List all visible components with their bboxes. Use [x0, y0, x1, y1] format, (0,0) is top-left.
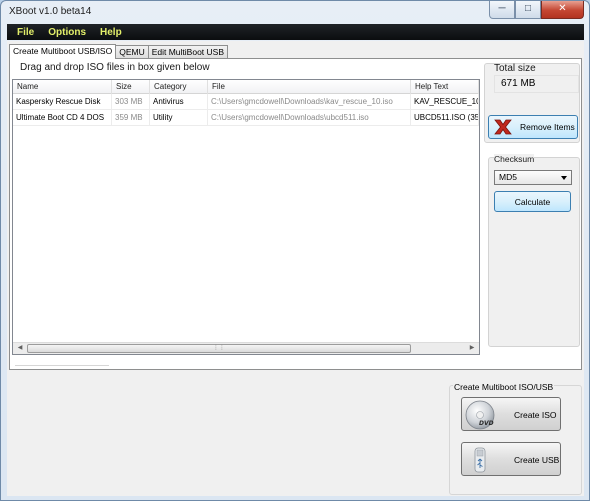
window-title: XBoot v1.0 beta14 [9, 6, 92, 17]
tab-create-multiboot[interactable]: Create Multiboot USB/ISO [9, 44, 117, 59]
create-usb-button[interactable]: Create USB [461, 442, 561, 476]
cell-name: Kaspersky Rescue Disk [13, 94, 112, 110]
list-header: Name Size Category File Help Text [13, 80, 479, 94]
column-header-file[interactable]: File [208, 80, 411, 94]
title-bar[interactable]: XBoot v1.0 beta14 ─ □ ✕ [1, 1, 589, 23]
maximize-button[interactable]: □ [515, 1, 541, 19]
create-multiboot-label: Create Multiboot ISO/USB [453, 382, 555, 392]
total-size-value: 671 MB [494, 75, 579, 93]
tab-panel: Drag and drop ISO files in box given bel… [9, 58, 582, 370]
create-iso-label: Create ISO [514, 410, 557, 420]
cell-help-text: UBCD511.ISO (35 [411, 110, 479, 126]
close-icon: ✕ [558, 3, 567, 14]
app-window: XBoot v1.0 beta14 ─ □ ✕ File Options Hel… [0, 0, 590, 501]
column-header-name[interactable]: Name [13, 80, 112, 94]
remove-x-icon [492, 118, 514, 136]
drop-label: Drag and drop ISO files in box given bel… [20, 62, 210, 73]
table-row[interactable]: Ultimate Boot CD 4 DOS 359 MB Utility C:… [13, 110, 479, 126]
column-header-help-text[interactable]: Help Text [411, 80, 479, 94]
usb-drive-icon [465, 445, 495, 475]
total-size-label: Total size [494, 63, 536, 74]
minimize-button[interactable]: ─ [489, 1, 515, 19]
column-header-category[interactable]: Category [150, 80, 208, 94]
column-header-size[interactable]: Size [112, 80, 150, 94]
cell-file: C:\Users\gmcdowell\Downloads\ubcd511.iso [208, 110, 411, 126]
cell-category: Antivirus [150, 94, 208, 110]
tab-edit-multiboot[interactable]: Edit MultiBoot USB [147, 45, 228, 59]
scroll-right-arrow-icon[interactable]: ▶ [465, 343, 479, 354]
menu-file[interactable]: File [7, 27, 41, 38]
lower-left-panel [15, 365, 109, 495]
cell-size: 303 MB [112, 94, 150, 110]
iso-list[interactable]: Name Size Category File Help Text Kasper… [12, 79, 480, 355]
dvd-text: DVD [479, 420, 494, 427]
maximize-icon: □ [524, 3, 532, 14]
scrollbar-thumb[interactable]: ⋮⋮ [27, 344, 411, 353]
checksum-label: Checksum [494, 154, 535, 164]
checksum-select[interactable]: MD5 [494, 170, 572, 185]
close-button[interactable]: ✕ [541, 1, 584, 19]
cell-size: 359 MB [112, 110, 150, 126]
checksum-group [488, 157, 580, 347]
cell-help-text: KAV_RESCUE_10 [411, 94, 479, 110]
create-iso-button[interactable]: DVD Create ISO [461, 397, 561, 431]
menu-options[interactable]: Options [41, 27, 93, 38]
create-usb-label: Create USB [514, 455, 560, 465]
minimize-icon: ─ [498, 3, 506, 14]
client-area: Create Multiboot USB/ISO QEMU Edit Multi… [7, 41, 584, 496]
window-controls: ─ □ ✕ [489, 1, 584, 20]
tab-qemu[interactable]: QEMU [115, 45, 149, 59]
menu-help[interactable]: Help [93, 27, 129, 38]
table-row[interactable]: Kaspersky Rescue Disk 303 MB Antivirus C… [13, 94, 479, 110]
checksum-selected-value: MD5 [499, 172, 517, 182]
menu-bar: File Options Help [7, 24, 584, 40]
cell-category: Utility [150, 110, 208, 126]
tab-strip: Create Multiboot USB/ISO QEMU Edit Multi… [9, 44, 228, 59]
remove-items-label: Remove Items [520, 122, 575, 132]
horizontal-scrollbar[interactable]: ◀ ⋮⋮ ▶ [13, 342, 479, 354]
cell-file: C:\Users\gmcdowell\Downloads\kav_rescue_… [208, 94, 411, 110]
cell-name: Ultimate Boot CD 4 DOS [13, 110, 112, 126]
chevron-down-icon [561, 176, 567, 180]
calculate-button[interactable]: Calculate [494, 191, 571, 212]
scroll-left-arrow-icon[interactable]: ◀ [13, 343, 27, 354]
dvd-disc-icon: DVD [465, 400, 495, 430]
remove-items-button[interactable]: Remove Items [488, 115, 578, 139]
